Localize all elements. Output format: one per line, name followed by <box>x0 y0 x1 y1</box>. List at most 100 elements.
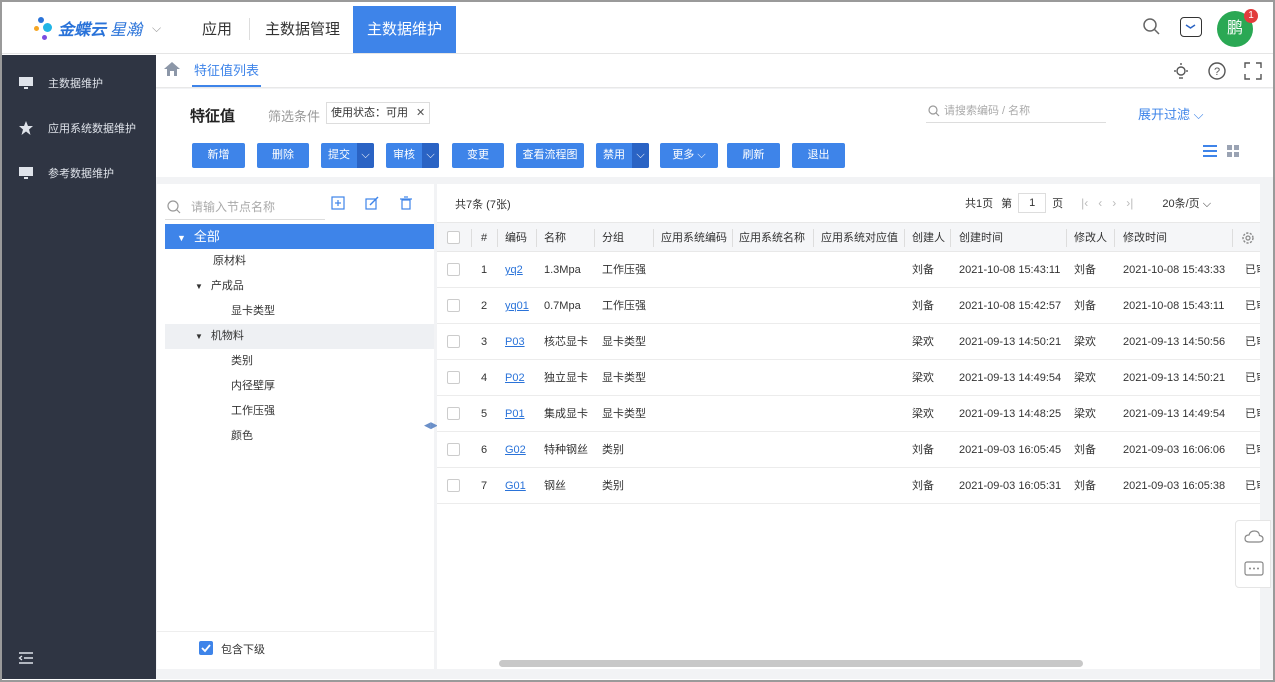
splitter-handle[interactable]: ◀▶ <box>424 420 438 431</box>
page-number-input[interactable]: 1 <box>1018 193 1047 213</box>
home-icon[interactable] <box>164 62 180 76</box>
cell-code-link[interactable]: P01 <box>505 396 525 432</box>
nav-tab-master-data-management[interactable]: 主数据管理 <box>251 6 354 53</box>
col-header-created-time[interactable]: 创建时间 <box>959 223 1003 253</box>
col-header-app-value[interactable]: 应用系统对应值 <box>821 223 898 253</box>
cloud-icon[interactable] <box>1244 529 1264 545</box>
row-checkbox[interactable] <box>447 299 460 312</box>
sidebar-item-app-system-data[interactable]: 应用系统数据维护 <box>2 106 156 150</box>
expand-filter-button[interactable]: 展开过滤 ⌵ <box>1138 104 1204 123</box>
more-button[interactable]: 更多 ⌵ <box>660 143 718 168</box>
sidebar-item-master-data-maintenance[interactable]: 主数据维护 <box>2 61 156 105</box>
fullscreen-icon[interactable] <box>1243 61 1263 81</box>
table-row[interactable]: 3 P03 核芯显卡 显卡类型 梁欢 2021-09-13 14:50:21 梁… <box>437 324 1260 360</box>
search-icon[interactable] <box>1142 17 1162 37</box>
gear-icon[interactable] <box>1241 231 1255 245</box>
add-button[interactable]: 新增 <box>192 143 245 168</box>
message-icon[interactable] <box>1180 17 1202 37</box>
delete-icon[interactable] <box>399 196 413 210</box>
tree-node-wall-thickness[interactable]: 内径壁厚 <box>165 374 434 399</box>
cell-modified-time: 2021-09-13 14:49:54 <box>1123 408 1226 420</box>
card-view-icon[interactable] <box>1227 145 1239 157</box>
cell-code-link[interactable]: yq2 <box>505 252 523 288</box>
table-row[interactable]: 2 yq01 0.7Mpa 工作压强 刘备 2021-10-08 15:42:5… <box>437 288 1260 324</box>
submit-button[interactable]: 提交 ⌵ <box>321 143 374 168</box>
row-checkbox[interactable] <box>447 335 460 348</box>
audit-button[interactable]: 审核 ⌵ <box>386 143 439 168</box>
chat-icon[interactable] <box>1244 561 1264 579</box>
tree-node-working-pressure[interactable]: 工作压强 <box>165 399 434 424</box>
chevron-down-icon[interactable]: ⌵ <box>152 21 161 36</box>
close-icon[interactable]: ✕ <box>416 107 425 119</box>
row-checkbox[interactable] <box>447 443 460 456</box>
grid-toolbar: 共7条 (7张) 共1页 第 1 页 |‹ ‹ › ›| 20条/页 ⌵ <box>437 184 1260 222</box>
cell-code-link[interactable]: yq01 <box>505 288 529 324</box>
delete-button[interactable]: 删除 <box>257 143 309 168</box>
col-header-group[interactable]: 分组 <box>602 223 624 253</box>
collapse-menu-icon[interactable] <box>18 651 34 665</box>
edit-icon[interactable] <box>365 196 379 210</box>
chevron-down-icon[interactable]: ⌵ <box>422 143 439 168</box>
cell-code-link[interactable]: G01 <box>505 468 526 504</box>
add-node-icon[interactable] <box>331 196 345 210</box>
tree-node-category[interactable]: 类别 <box>165 349 434 374</box>
col-header-name[interactable]: 名称 <box>544 223 566 253</box>
tab-feature-value-list[interactable]: 特征值列表 <box>192 54 262 87</box>
disable-button[interactable]: 禁用 ⌵ <box>596 143 649 168</box>
tree-search-placeholder: 请输入节点名称 <box>191 200 276 214</box>
table-row[interactable]: 7 G01 钢丝 类别 刘备 2021-09-03 16:05:31 刘备 20… <box>437 468 1260 504</box>
change-button[interactable]: 变更 <box>452 143 504 168</box>
col-header-creator[interactable]: 创建人 <box>912 223 945 253</box>
view-flowchart-button[interactable]: 查看流程图 <box>516 143 584 168</box>
cell-code-link[interactable]: G02 <box>505 432 526 468</box>
first-page-icon[interactable]: |‹ <box>1081 196 1088 210</box>
nav-tab-apps[interactable]: 应用 <box>188 6 246 53</box>
col-header-modified-time[interactable]: 修改时间 <box>1123 223 1167 253</box>
prev-page-icon[interactable]: ‹ <box>1098 196 1102 210</box>
table-row[interactable]: 6 G02 特种钢丝 类别 刘备 2021-09-03 16:05:45 刘备 … <box>437 432 1260 468</box>
horizontal-scrollbar[interactable] <box>499 660 1083 667</box>
help-icon[interactable]: ? <box>1207 61 1227 81</box>
search-input[interactable]: 请搜索编码 / 名称 <box>926 101 1106 123</box>
table-row[interactable]: 4 P02 独立显卡 显卡类型 梁欢 2021-09-13 14:49:54 梁… <box>437 360 1260 396</box>
expand-icon[interactable]: ▼ <box>195 332 203 341</box>
cell-code-link[interactable]: P03 <box>505 324 525 360</box>
table-row[interactable]: 5 P01 集成显卡 显卡类型 梁欢 2021-09-13 14:48:25 梁… <box>437 396 1260 432</box>
lightbulb-icon[interactable] <box>1171 61 1191 81</box>
cell-index: 3 <box>481 336 488 348</box>
row-checkbox[interactable] <box>447 371 460 384</box>
tree-search-input[interactable]: 请输入节点名称 <box>165 194 325 220</box>
tree-node-color[interactable]: 颜色 <box>165 424 434 449</box>
tree-node-machine-material[interactable]: ▼ 机物料 <box>165 324 434 349</box>
row-checkbox[interactable] <box>447 479 460 492</box>
expand-icon[interactable]: ▼ <box>177 233 186 243</box>
chevron-down-icon: ⌵ <box>697 149 706 161</box>
chevron-down-icon[interactable]: ⌵ <box>632 143 649 168</box>
page-size-select[interactable]: 20条/页 ⌵ <box>1162 195 1211 211</box>
tree-node-all[interactable]: ▼ 全部 <box>165 224 434 249</box>
table-row[interactable]: 1 yq2 1.3Mpa 工作压强 刘备 2021-10-08 15:43:11… <box>437 252 1260 288</box>
col-header-modifier[interactable]: 修改人 <box>1074 223 1107 253</box>
cell-code-link[interactable]: P02 <box>505 360 525 396</box>
col-header-app-name[interactable]: 应用系统名称 <box>739 223 805 253</box>
chevron-down-icon[interactable]: ⌵ <box>357 143 374 168</box>
col-header-app-code[interactable]: 应用系统编码 <box>661 223 727 253</box>
tree-node-gpu-type[interactable]: 显卡类型 <box>165 299 434 324</box>
nav-tab-master-data-maintenance[interactable]: 主数据维护 <box>353 6 457 53</box>
row-checkbox[interactable] <box>447 407 460 420</box>
exit-button[interactable]: 退出 <box>792 143 845 168</box>
tree-node-raw-material[interactable]: 原材料 <box>165 249 434 274</box>
next-page-icon[interactable]: › <box>1112 196 1116 210</box>
tree-node-finished-goods[interactable]: ▼ 产成品 <box>165 274 434 299</box>
app-logo[interactable]: 金蝶云 星瀚 ⌵ <box>34 12 161 44</box>
filter-chip[interactable]: 使用状态：可用 ✕ <box>326 102 431 124</box>
col-header-code[interactable]: 编码 <box>505 223 527 253</box>
last-page-icon[interactable]: ›| <box>1126 196 1133 210</box>
select-all-checkbox[interactable] <box>447 231 460 244</box>
include-sub-checkbox[interactable] <box>199 641 213 655</box>
expand-icon[interactable]: ▼ <box>195 282 203 291</box>
refresh-button[interactable]: 刷新 <box>727 143 780 168</box>
list-view-icon[interactable] <box>1203 145 1217 157</box>
row-checkbox[interactable] <box>447 263 460 276</box>
sidebar-item-reference-data[interactable]: 参考数据维护 <box>2 151 156 195</box>
